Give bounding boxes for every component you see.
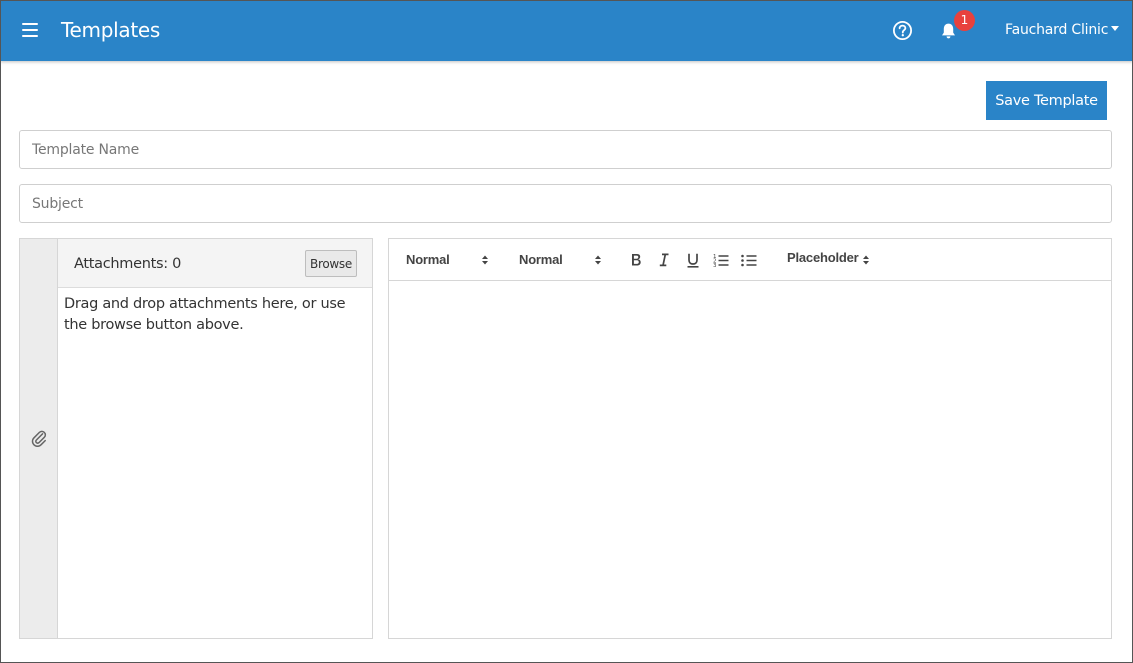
italic-icon[interactable] xyxy=(655,250,673,270)
user-menu[interactable]: Fauchard Clinic xyxy=(1005,22,1120,38)
paperclip-icon xyxy=(31,429,47,448)
rich-text-editor: Normal Normal 1 2 3 Placeholder xyxy=(388,238,1112,639)
select-arrows-icon xyxy=(482,255,488,265)
select-arrows-icon xyxy=(863,255,869,265)
size-select[interactable]: Normal xyxy=(406,252,492,267)
browse-button[interactable]: Browse xyxy=(305,250,357,277)
bullet-list-icon[interactable] xyxy=(740,250,758,270)
question-circle-icon[interactable] xyxy=(892,20,913,41)
user-menu-label: Fauchard Clinic xyxy=(1005,22,1109,38)
ordered-list-icon[interactable]: 1 2 3 xyxy=(712,250,730,270)
template-name-input[interactable] xyxy=(19,130,1112,169)
attachments-count: Attachments: 0 xyxy=(74,256,182,272)
notification-count-badge: 1 xyxy=(954,10,975,31)
font-select-value: Normal xyxy=(519,252,563,267)
select-arrows-icon xyxy=(595,255,601,265)
drop-hint-text: Drag and drop attachments here, or use t… xyxy=(64,296,346,333)
underline-icon[interactable] xyxy=(684,250,702,270)
page-title: Templates xyxy=(61,18,160,42)
placeholder-select-value: Placeholder xyxy=(787,250,859,265)
attachments-toggle-strip[interactable] xyxy=(20,239,58,638)
attachments-header: Attachments: 0 Browse xyxy=(58,239,372,288)
subject-input[interactable] xyxy=(19,184,1112,223)
editor-content-area[interactable] xyxy=(389,281,1111,638)
editor-toolbar: Normal Normal 1 2 3 Placeholder xyxy=(389,239,1111,281)
top-bar: Templates 1 Fauchard Clinic xyxy=(0,0,1133,61)
font-select[interactable]: Normal xyxy=(519,252,605,267)
hamburger-menu-icon[interactable] xyxy=(22,23,38,37)
attachments-drop-zone[interactable]: Drag and drop attachments here, or use t… xyxy=(58,288,372,638)
svg-text:3: 3 xyxy=(713,263,717,269)
attachments-panel: Attachments: 0 Browse Drag and drop atta… xyxy=(19,238,373,639)
caret-down-icon xyxy=(1111,26,1120,31)
save-template-button[interactable]: Save Template xyxy=(986,81,1107,120)
bold-icon[interactable] xyxy=(627,250,645,270)
size-select-value: Normal xyxy=(406,252,450,267)
placeholder-select[interactable]: Placeholder xyxy=(787,250,873,265)
